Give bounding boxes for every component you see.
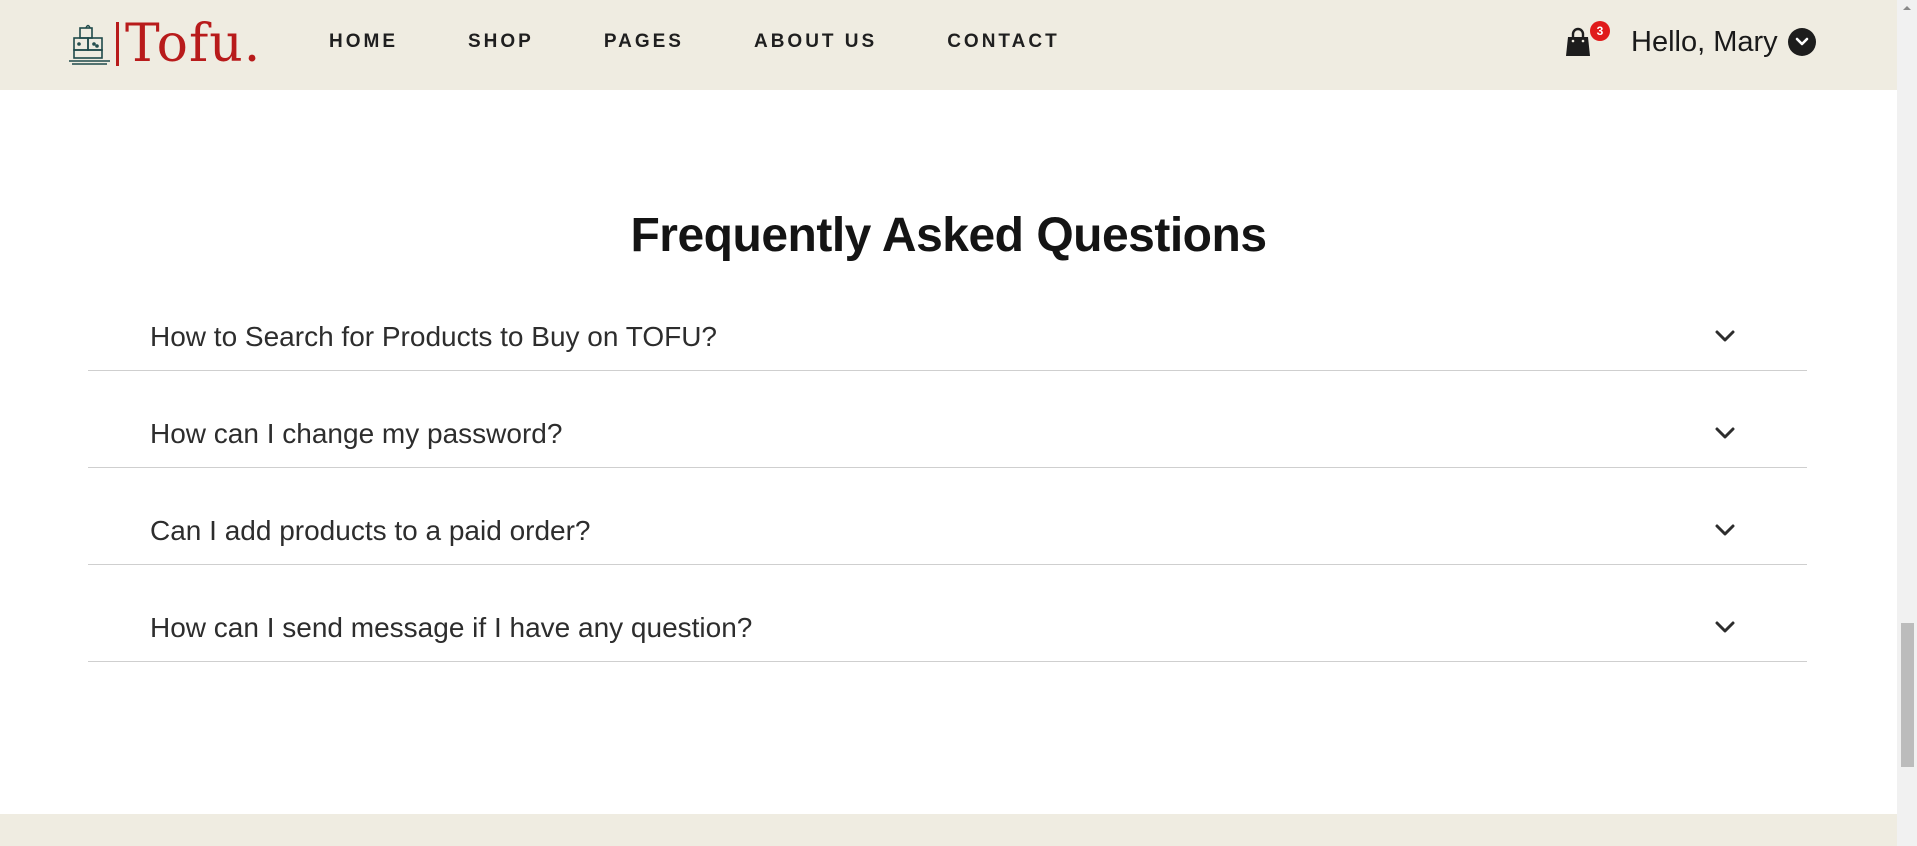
page: Tofu. HOME SHOP PAGES ABOUT US CONTACT 3… [0, 0, 1917, 846]
faq-question: How to Search for Products to Buy on TOF… [150, 321, 717, 352]
chevron-down-icon[interactable] [1713, 617, 1737, 637]
logo-label: Tofu. [125, 14, 262, 74]
faq-item[interactable]: Can I add products to a paid order? [88, 468, 1807, 565]
faq-question: Can I add products to a paid order? [150, 515, 591, 546]
faq-item[interactable]: How to Search for Products to Buy on TOF… [88, 300, 1807, 371]
logo-text: Tofu. [116, 18, 261, 70]
nav-contact[interactable]: CONTACT [947, 30, 1059, 54]
logo-divider [116, 22, 119, 66]
faq-item[interactable]: How can I change my password? [88, 371, 1807, 468]
nav-shop[interactable]: SHOP [468, 30, 534, 54]
site-header: Tofu. HOME SHOP PAGES ABOUT US CONTACT 3… [0, 0, 1897, 90]
cart-button[interactable]: 3 [1564, 21, 1610, 59]
scroll-up-arrow-icon[interactable] [1897, 0, 1917, 16]
main-nav: HOME SHOP PAGES ABOUT US CONTACT [329, 30, 1130, 54]
faq-question: How can I change my password? [150, 418, 563, 449]
footer-strip [0, 814, 1897, 846]
faq-list: How to Search for Products to Buy on TOF… [88, 300, 1807, 662]
cart-count-badge: 3 [1590, 21, 1610, 41]
user-menu[interactable]: Hello, Mary [1631, 24, 1816, 60]
scrollbar-thumb[interactable] [1901, 623, 1914, 767]
faq-question: How can I send message if I have any que… [150, 612, 753, 643]
chevron-down-circle-icon [1787, 28, 1816, 56]
chevron-down-icon[interactable] [1713, 520, 1737, 540]
chevron-down-icon[interactable] [1713, 423, 1737, 443]
faq-title: Frequently Asked Questions [630, 209, 1267, 262]
vertical-scrollbar[interactable] [1897, 0, 1917, 846]
user-greeting: Hello, Mary [1631, 26, 1778, 58]
site-logo[interactable]: Tofu. [66, 18, 261, 70]
tofu-logo-icon [69, 24, 110, 65]
nav-about-us[interactable]: ABOUT US [754, 30, 877, 54]
chevron-down-icon[interactable] [1713, 326, 1737, 346]
nav-pages[interactable]: PAGES [604, 30, 684, 54]
shopping-bag-icon [1566, 27, 1590, 56]
nav-home[interactable]: HOME [329, 30, 398, 54]
faq-item[interactable]: How can I send message if I have any que… [88, 565, 1807, 662]
